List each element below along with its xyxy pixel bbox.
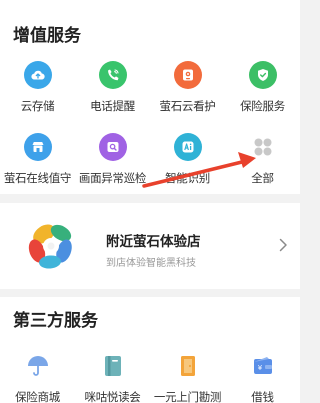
book-icon — [99, 352, 127, 380]
third-party-home-survey[interactable]: 一元上门勘测 — [150, 352, 225, 403]
third-party-services-card: 第三方服务 保险商城 咪咕悦读会 一元上门勘测 ¥ 借钱 — [0, 297, 300, 403]
cloud-upload-icon — [23, 61, 52, 89]
service-label: 云存储 — [20, 99, 55, 113]
store-title: 附近萤石体验店 — [106, 234, 201, 250]
door-icon — [174, 352, 202, 380]
umbrella-icon — [24, 352, 52, 380]
service-smart-recognition[interactable]: 智能识别 — [150, 133, 225, 197]
service-cloud-care[interactable]: 萤石云看护 — [150, 61, 225, 125]
phone-icon — [98, 61, 127, 89]
third-party-label: 咪咕悦读会 — [84, 390, 141, 403]
ai-icon — [173, 133, 202, 161]
service-phone-reminder[interactable]: 电话提醒 — [75, 61, 150, 125]
shield-check-icon — [248, 61, 277, 89]
ezviz-logo-icon — [28, 224, 72, 269]
third-party-label: 保险商城 — [15, 390, 60, 403]
service-label: 电话提醒 — [90, 99, 135, 113]
svg-text:¥: ¥ — [257, 364, 262, 372]
third-party-borrow-money[interactable]: ¥ 借钱 — [225, 352, 300, 403]
section-title-value-added: 增值服务 — [13, 26, 81, 46]
third-party-migu-reading[interactable]: 咪咕悦读会 — [75, 352, 150, 403]
inspect-icon — [98, 133, 127, 161]
value-added-services-card: 增值服务 云存储 电话提醒 萤石云看护 保险服务 萤石在线值守 画面异常巡检 智… — [0, 0, 300, 194]
service-label: 萤石云看护 — [159, 99, 216, 113]
service-label: 画面异常巡检 — [78, 171, 147, 185]
grid-icon — [249, 133, 277, 161]
service-all[interactable]: 全部 — [225, 133, 300, 197]
wallet-icon: ¥ — [249, 352, 277, 380]
section-title-third-party: 第三方服务 — [13, 311, 98, 331]
store-subtitle: 到店体验智能黑科技 — [106, 258, 196, 269]
chevron-right-icon — [279, 238, 287, 252]
service-online-watch[interactable]: 萤石在线值守 — [0, 133, 75, 197]
service-insurance[interactable]: 保险服务 — [225, 61, 300, 125]
service-label: 萤石在线值守 — [3, 171, 72, 185]
service-label: 智能识别 — [165, 171, 210, 185]
third-party-insurance-mall[interactable]: 保险商城 — [0, 352, 75, 403]
service-cloud-storage[interactable]: 云存储 — [0, 61, 75, 125]
third-party-label: 借钱 — [251, 390, 274, 403]
service-label: 保险服务 — [240, 99, 285, 113]
shop-icon — [23, 133, 52, 161]
nearby-store-card[interactable]: 附近萤石体验店 到店体验智能黑科技 — [0, 203, 300, 289]
service-label: 全部 — [251, 171, 274, 185]
camera-icon — [173, 61, 202, 89]
service-anomaly-inspection[interactable]: 画面异常巡检 — [75, 133, 150, 197]
third-party-label: 一元上门勘测 — [153, 390, 222, 403]
